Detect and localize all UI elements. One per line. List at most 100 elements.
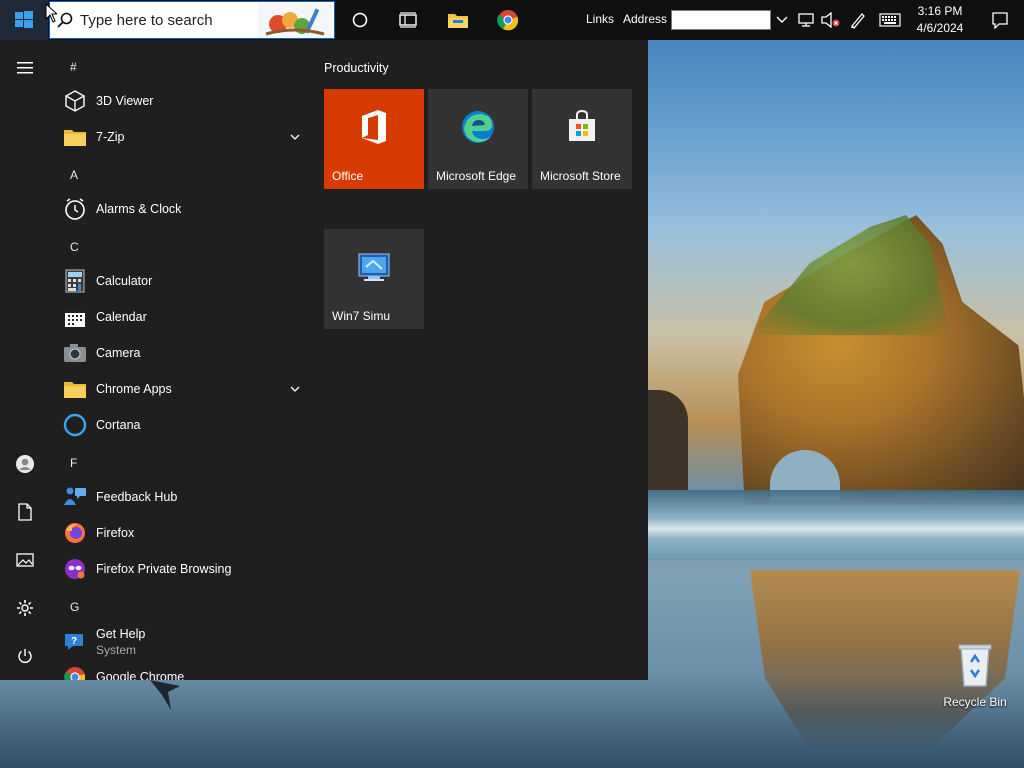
- app-item-7-zip[interactable]: 7-Zip: [62, 120, 306, 154]
- file-explorer-taskbar-button[interactable]: [434, 0, 482, 40]
- windows-logo-icon: [15, 11, 33, 28]
- tile-win7-simu[interactable]: Win7 Simu: [324, 229, 424, 329]
- firefox-icon: [62, 520, 88, 546]
- edge-icon: [428, 109, 528, 145]
- camera-icon: [62, 340, 88, 366]
- letter-header[interactable]: F: [70, 456, 77, 470]
- account-button[interactable]: [0, 444, 50, 484]
- firefox-private-icon: [62, 556, 88, 582]
- wallpaper-bird: [150, 680, 180, 710]
- chrome-taskbar-button[interactable]: [484, 0, 532, 40]
- calendar-icon: [62, 304, 88, 330]
- cortana-icon: [62, 412, 88, 438]
- app-item-label: Chrome Apps: [96, 382, 172, 396]
- notification-icon: [992, 12, 1008, 29]
- chrome-icon: [497, 10, 519, 31]
- app-item-feedback-hub[interactable]: Feedback Hub: [62, 480, 306, 514]
- app-item-camera[interactable]: Camera: [62, 336, 306, 370]
- app-item-chrome-apps[interactable]: Chrome Apps: [62, 372, 306, 406]
- app-item-label: Get Help: [96, 627, 146, 641]
- file-explorer-icon: [448, 14, 468, 28]
- app-list: # 3D Viewer 7-Zip A Alarms & Clock C Cal…: [56, 40, 306, 680]
- recycle-bin-label: Recycle Bin: [943, 695, 1007, 709]
- taskbar: Links Address 3:16 PM 4/6/2024: [0, 0, 1024, 40]
- action-center-button[interactable]: [976, 0, 1024, 40]
- app-item-cortana[interactable]: Cortana: [62, 408, 306, 442]
- app-item-label: Google Chrome: [96, 670, 185, 680]
- feedback-icon: [62, 484, 88, 510]
- picture-icon: [16, 553, 34, 567]
- wallpaper-sea: [648, 490, 1024, 560]
- chevron-down-icon[interactable]: [290, 130, 300, 144]
- tile-group-title[interactable]: Productivity: [324, 61, 389, 75]
- search-input[interactable]: [80, 11, 250, 29]
- app-item-get-help[interactable]: ? Get Help System: [62, 624, 306, 660]
- documents-button[interactable]: [0, 492, 50, 532]
- document-icon: [18, 503, 32, 521]
- chevron-down-icon[interactable]: [290, 382, 300, 396]
- wallpaper-rock-grass: [750, 215, 950, 335]
- app-item-label: Feedback Hub: [96, 490, 178, 504]
- chrome-icon: [62, 664, 88, 680]
- app-item-calendar[interactable]: Calendar: [62, 300, 306, 334]
- hamburger-icon: [17, 62, 33, 74]
- letter-header[interactable]: C: [70, 240, 79, 254]
- settings-button[interactable]: [0, 588, 50, 628]
- wallpaper-rock-left: [648, 390, 688, 490]
- app-item-label: Alarms & Clock: [96, 202, 182, 216]
- app-item-firefox[interactable]: Firefox: [62, 516, 306, 550]
- app-item-label: Firefox Private Browsing: [96, 562, 232, 576]
- tile-microsoft-store[interactable]: Microsoft Store: [532, 89, 632, 189]
- tile-label: Win7 Simu: [332, 309, 391, 323]
- power-button[interactable]: [0, 636, 50, 676]
- app-item-google-chrome[interactable]: Google Chrome: [62, 660, 306, 680]
- tile-label: Microsoft Edge: [436, 169, 517, 183]
- volume-muted-icon: [821, 12, 840, 28]
- recycle-bin-icon: [958, 644, 992, 687]
- start-button[interactable]: [0, 0, 48, 40]
- search-highlight-illustration-icon: [258, 4, 332, 38]
- tile-office[interactable]: Office: [324, 89, 424, 189]
- expand-menu-button[interactable]: [0, 48, 50, 88]
- power-icon: [18, 649, 32, 663]
- touch-keyboard-button[interactable]: [876, 0, 904, 40]
- user-avatar-icon: [16, 455, 34, 473]
- app-item-label: 7-Zip: [96, 130, 125, 144]
- address-input[interactable]: [671, 10, 771, 30]
- clock-date: 4/6/2024: [916, 21, 964, 35]
- pen-tray-button[interactable]: [846, 0, 870, 40]
- letter-header[interactable]: #: [70, 60, 77, 74]
- folder-icon: [62, 124, 88, 150]
- cortana-circle-icon: [352, 12, 368, 28]
- search-box[interactable]: [49, 1, 335, 39]
- address-toolbar-label: Address: [623, 12, 668, 26]
- volume-tray-button[interactable]: [818, 0, 842, 40]
- win7-simu-icon: [324, 249, 424, 285]
- folder-icon: [62, 376, 88, 402]
- pictures-button[interactable]: [0, 540, 50, 580]
- app-item-firefox-private-browsing[interactable]: Firefox Private Browsing: [62, 552, 306, 586]
- keyboard-icon: [879, 13, 901, 27]
- links-toolbar-label[interactable]: Links: [586, 12, 614, 26]
- recycle-bin[interactable]: Recycle Bin: [940, 640, 1010, 709]
- clock[interactable]: 3:16 PM 4/6/2024: [905, 3, 975, 37]
- task-view-button[interactable]: [384, 0, 432, 40]
- network-icon: [798, 13, 814, 27]
- clock-icon: [62, 196, 88, 222]
- app-item-label: Camera: [96, 346, 141, 360]
- app-item-alarms-clock[interactable]: Alarms & Clock: [62, 192, 306, 226]
- app-item-3d-viewer[interactable]: 3D Viewer: [62, 84, 306, 118]
- mouse-cursor-icon: [45, 3, 57, 23]
- address-dropdown-button[interactable]: [772, 0, 792, 40]
- letter-header[interactable]: A: [70, 168, 78, 182]
- calculator-icon: [62, 268, 88, 294]
- app-item-calculator[interactable]: Calculator: [62, 264, 306, 298]
- app-item-label: Cortana: [96, 418, 141, 432]
- app-item-label: Firefox: [96, 526, 135, 540]
- cortana-button[interactable]: [336, 0, 384, 40]
- network-tray-button[interactable]: [794, 0, 818, 40]
- letter-header[interactable]: G: [70, 600, 79, 614]
- tile-microsoft-edge[interactable]: Microsoft Edge: [428, 89, 528, 189]
- pen-icon: [851, 13, 865, 29]
- app-item-sublabel: System: [96, 643, 137, 657]
